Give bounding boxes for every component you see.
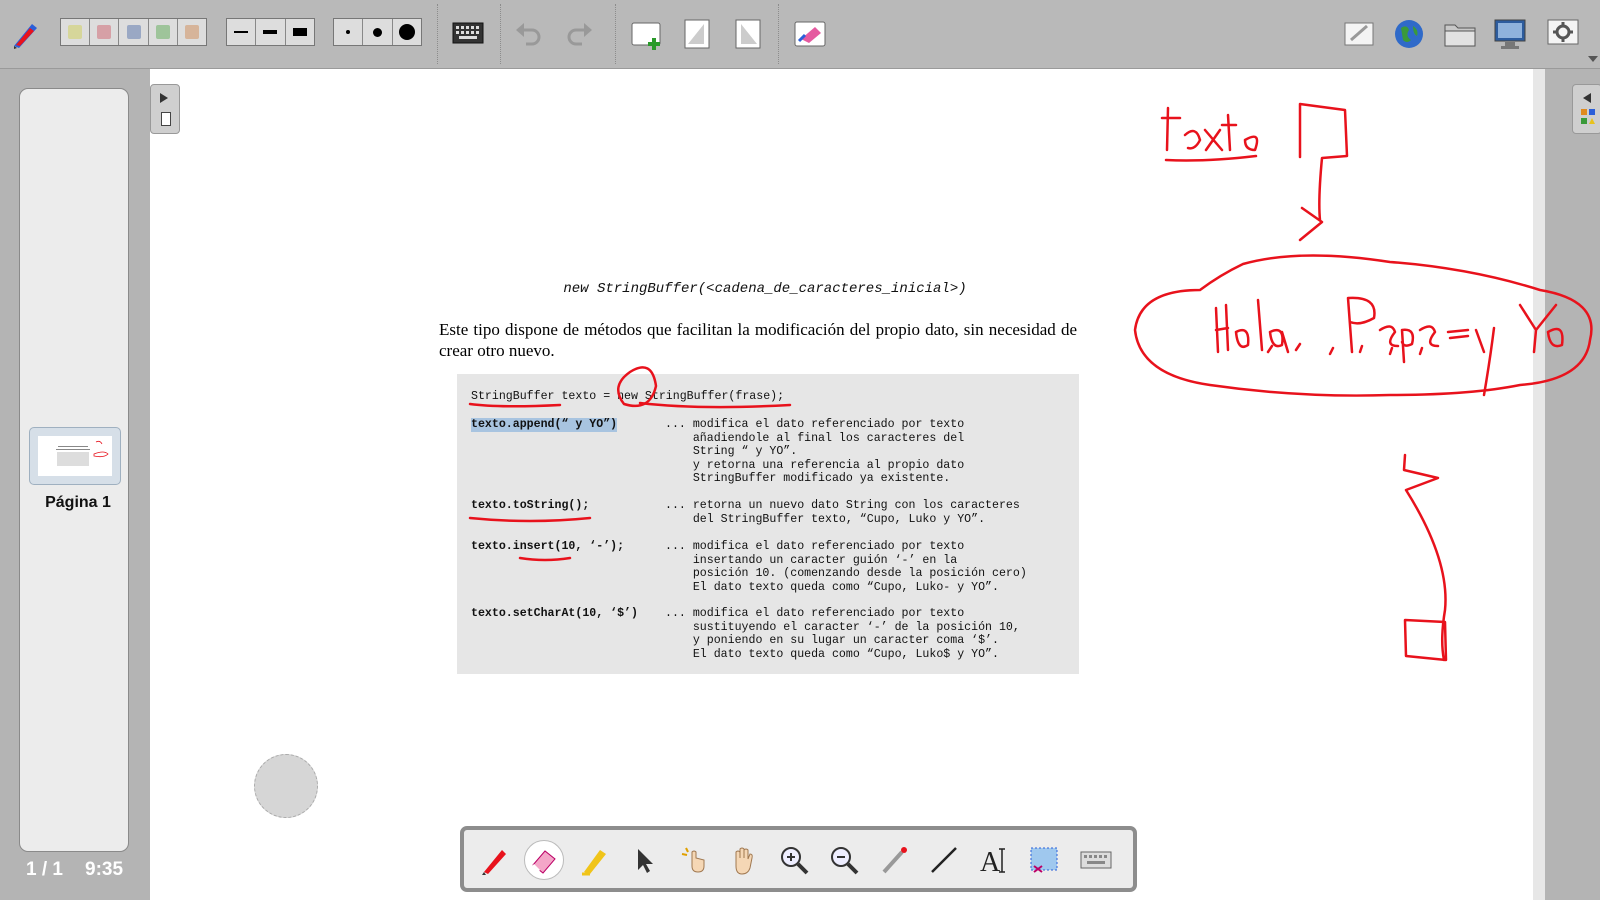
method-signature: texto.insert(10, ‘-’); <box>471 540 625 553</box>
page-thumbnail[interactable] <box>29 427 121 485</box>
method-description: ... retorna un nuevo dato String con los… <box>665 499 1020 526</box>
method-signature: texto.toString(); <box>471 499 590 512</box>
dot-size[interactable] <box>333 18 422 46</box>
expand-arrow-icon <box>160 93 168 103</box>
undo-icon[interactable] <box>514 20 542 50</box>
dot-size-small[interactable] <box>334 19 364 45</box>
pages-icon <box>161 112 171 126</box>
svg-text:A: A <box>980 847 1001 876</box>
color-palette[interactable] <box>60 18 207 46</box>
method-signature: texto.setCharAt(10, ‘$’) <box>471 607 638 620</box>
next-page-icon[interactable] <box>733 18 763 54</box>
thumbnail-preview <box>38 436 112 476</box>
prev-page-icon[interactable] <box>682 18 712 54</box>
interact-icon[interactable] <box>674 840 714 880</box>
code-declaration: StringBuffer texto = new StringBuffer(fr… <box>471 390 785 403</box>
keyboard-icon[interactable] <box>452 22 484 48</box>
redo-icon[interactable] <box>566 20 594 50</box>
method-description: ... modifica el dato referenciado por te… <box>665 540 1027 594</box>
right-panel-tab[interactable] <box>1572 84 1600 134</box>
hand-icon[interactable] <box>724 840 764 880</box>
toolbar-divider <box>778 4 779 64</box>
virtual-keyboard-icon[interactable] <box>1076 840 1116 880</box>
tool-palette: A <box>460 826 1137 892</box>
color-red[interactable] <box>90 19 120 45</box>
selector-icon[interactable] <box>624 840 664 880</box>
description-paragraph: Este tipo dispone de métodos que facilit… <box>439 320 1077 360</box>
erase-board-icon[interactable] <box>793 19 827 53</box>
top-toolbar <box>0 0 1600 69</box>
web-icon[interactable] <box>1393 18 1425 54</box>
menu-arrow-icon[interactable] <box>1588 56 1598 62</box>
color-green[interactable] <box>149 19 178 45</box>
zoom-in-icon[interactable] <box>774 840 814 880</box>
line-width-thin[interactable] <box>227 19 257 45</box>
method-description: ... modifica el dato referenciado por te… <box>665 418 965 486</box>
marker-icon[interactable] <box>574 840 614 880</box>
pen-icon[interactable] <box>474 840 514 880</box>
method-signature: texto.append(“ y YO”) <box>471 418 618 432</box>
color-orange[interactable] <box>178 19 206 45</box>
zoom-out-icon[interactable] <box>824 840 864 880</box>
line-icon[interactable] <box>924 840 964 880</box>
drag-handle-circle[interactable] <box>254 754 318 818</box>
dot-size-medium[interactable] <box>363 19 393 45</box>
constructor-line: new StringBuffer(<cadena_de_caracteres_i… <box>563 281 967 297</box>
color-yellow[interactable] <box>61 19 91 45</box>
page-label: Página 1 <box>45 494 111 511</box>
color-blue[interactable] <box>119 19 149 45</box>
line-width-thick[interactable] <box>286 19 314 45</box>
line-width-medium[interactable] <box>256 19 286 45</box>
eraser-icon[interactable] <box>524 840 564 880</box>
notepad-icon[interactable] <box>1343 20 1375 52</box>
dot-size-large[interactable] <box>393 19 421 45</box>
text-icon[interactable]: A <box>974 840 1014 880</box>
toolbar-divider <box>615 4 616 64</box>
clock: 9:35 <box>85 859 124 880</box>
new-page-icon[interactable] <box>630 20 664 54</box>
settings-icon[interactable] <box>1546 18 1580 54</box>
library-icon <box>1581 109 1595 124</box>
collapse-arrow-icon <box>1583 93 1591 103</box>
laser-pointer-icon[interactable] <box>874 840 914 880</box>
left-panel-tab[interactable] <box>150 84 180 134</box>
toolbar-divider <box>500 4 501 64</box>
desktop-icon[interactable] <box>1493 18 1527 54</box>
folder-icon[interactable] <box>1443 20 1477 52</box>
vertical-scrollbar[interactable] <box>1533 69 1545 900</box>
method-description: ... modifica el dato referenciado por te… <box>665 607 1020 661</box>
capture-icon[interactable] <box>1024 840 1064 880</box>
right-panel <box>1545 69 1600 900</box>
pen-tool-icon[interactable] <box>10 18 42 54</box>
page-count: 1 / 1 <box>26 859 63 880</box>
toolbar-divider <box>437 4 438 64</box>
line-width[interactable] <box>226 18 315 46</box>
